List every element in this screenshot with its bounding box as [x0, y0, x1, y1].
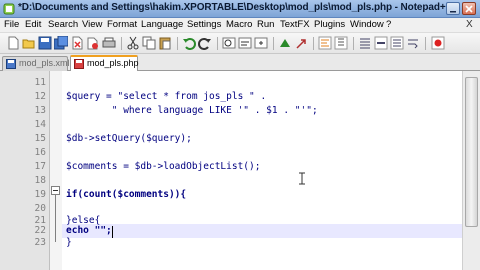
- close-file-icon[interactable]: [70, 36, 84, 50]
- undo-icon[interactable]: [182, 36, 196, 50]
- menu-help[interactable]: ?: [386, 19, 391, 30]
- toolbar: [0, 33, 480, 54]
- fold-all-icon[interactable]: [374, 36, 388, 50]
- line-number: 18: [34, 175, 46, 186]
- line-number: 11: [34, 77, 46, 88]
- unsaved-file-icon: [74, 59, 84, 69]
- zoom-out-icon[interactable]: [278, 36, 292, 50]
- code-line: 19 if(count($comments)){: [0, 189, 462, 203]
- toolbar-separator: [121, 37, 122, 50]
- menu-search[interactable]: Search: [48, 19, 78, 30]
- tab-mod-pls-xml[interactable]: mod_pls.xml: [2, 56, 70, 71]
- code-line: 14: [0, 119, 462, 133]
- wrap-icon[interactable]: [318, 36, 332, 50]
- copy-icon[interactable]: [142, 36, 156, 50]
- open-file-icon[interactable]: [22, 36, 36, 50]
- code-line: 18: [0, 175, 462, 189]
- line-number: 19: [34, 189, 46, 200]
- menu-edit[interactable]: Edit: [25, 19, 41, 30]
- menu-textfx[interactable]: TextFX: [280, 19, 310, 30]
- menu-macro[interactable]: Macro: [226, 19, 252, 30]
- code-line: 23 }: [0, 237, 462, 251]
- saved-file-icon: [6, 59, 16, 69]
- vertical-scrollbar[interactable]: [462, 71, 480, 270]
- print-icon[interactable]: [102, 36, 116, 50]
- code-line: 16: [0, 147, 462, 161]
- show-all-chars-icon[interactable]: [334, 36, 348, 50]
- toolbar-separator: [313, 37, 314, 50]
- code-editor[interactable]: 11 12 $query = "select * from jos_pls " …: [0, 71, 480, 270]
- close-all-icon[interactable]: [86, 36, 100, 50]
- code-text: if(count($comments)){: [66, 189, 187, 200]
- code-text: $comments = $db->loadObjectList();: [66, 161, 261, 172]
- menu-bar: File Edit Search View Format Language Se…: [0, 18, 480, 33]
- menu-format[interactable]: Format: [107, 19, 137, 30]
- minimize-icon: [450, 11, 456, 13]
- title-bar: *D:\Documents and Settings\hakim.XPORTAB…: [0, 0, 480, 18]
- code-line: 11: [0, 77, 462, 91]
- code-text: " where language LIKE '" . $1 . "'";: [66, 105, 318, 116]
- zoom-in-icon[interactable]: [254, 36, 268, 50]
- code-line: 17 $comments = $db->loadObjectList();: [0, 161, 462, 175]
- code-line: 12 $query = "select * from jos_pls " .: [0, 91, 462, 105]
- line-number: 13: [34, 105, 46, 116]
- line-number: 14: [34, 119, 46, 130]
- toolbar-separator: [425, 37, 426, 50]
- code-text: $db->setQuery($query);: [66, 133, 192, 144]
- toolbar-separator: [273, 37, 274, 50]
- line-number: 17: [34, 161, 46, 172]
- menu-plugins[interactable]: Plugins: [314, 19, 345, 30]
- window-title: *D:\Documents and Settings\hakim.XPORTAB…: [18, 2, 452, 13]
- menu-file[interactable]: File: [4, 19, 19, 30]
- close-window-button[interactable]: [462, 2, 476, 15]
- cut-icon[interactable]: [126, 36, 140, 50]
- sync-scroll-icon[interactable]: [294, 36, 308, 50]
- menu-view[interactable]: View: [82, 19, 102, 30]
- code-text: $query = "select * from jos_pls " .: [66, 91, 267, 102]
- code-line: 13 " where language LIKE '" . $1 . "'";: [0, 105, 462, 119]
- find-icon[interactable]: [222, 36, 236, 50]
- toolbar-separator: [353, 37, 354, 50]
- code-text: }: [66, 237, 72, 248]
- toolbar-separator: [217, 37, 218, 50]
- notepad-plus-plus-icon: [3, 3, 15, 15]
- new-file-icon[interactable]: [6, 36, 20, 50]
- line-number: 20: [34, 203, 46, 214]
- tab-mod-pls-php[interactable]: mod_pls.php: [70, 55, 139, 71]
- document-tab-bar: mod_pls.xml mod_pls.php: [0, 54, 480, 71]
- record-macro-icon[interactable]: [431, 36, 445, 50]
- minimize-button[interactable]: [446, 2, 460, 15]
- tab-label: mod_pls.xml: [19, 58, 70, 68]
- line-number: 12: [34, 91, 46, 102]
- code-text: echo "";: [66, 225, 112, 236]
- save-all-icon[interactable]: [54, 36, 68, 50]
- paste-icon[interactable]: [158, 36, 172, 50]
- scrollbar-thumb[interactable]: [465, 77, 478, 227]
- menu-language[interactable]: Language: [141, 19, 183, 30]
- line-number: 16: [34, 147, 46, 158]
- indent-guide-icon[interactable]: [358, 36, 372, 50]
- menu-settings[interactable]: Settings: [187, 19, 221, 30]
- tab-label: mod_pls.php: [87, 58, 139, 68]
- line-number: 23: [34, 237, 46, 248]
- menu-window[interactable]: Window: [350, 19, 384, 30]
- close-icon: [465, 5, 473, 13]
- line-number: 22: [34, 225, 46, 236]
- mouse-ibeam-cursor-icon: [299, 172, 305, 185]
- save-icon[interactable]: [38, 36, 52, 50]
- line-number: 15: [34, 133, 46, 144]
- close-document-button[interactable]: X: [466, 19, 473, 30]
- toolbar-separator: [177, 37, 178, 50]
- redo-icon[interactable]: [198, 36, 212, 50]
- unfold-all-icon[interactable]: [390, 36, 404, 50]
- replace-icon[interactable]: [238, 36, 252, 50]
- menu-run[interactable]: Run: [257, 19, 274, 30]
- wrap-text-icon[interactable]: [406, 36, 420, 50]
- code-line: 15 $db->setQuery($query);: [0, 133, 462, 147]
